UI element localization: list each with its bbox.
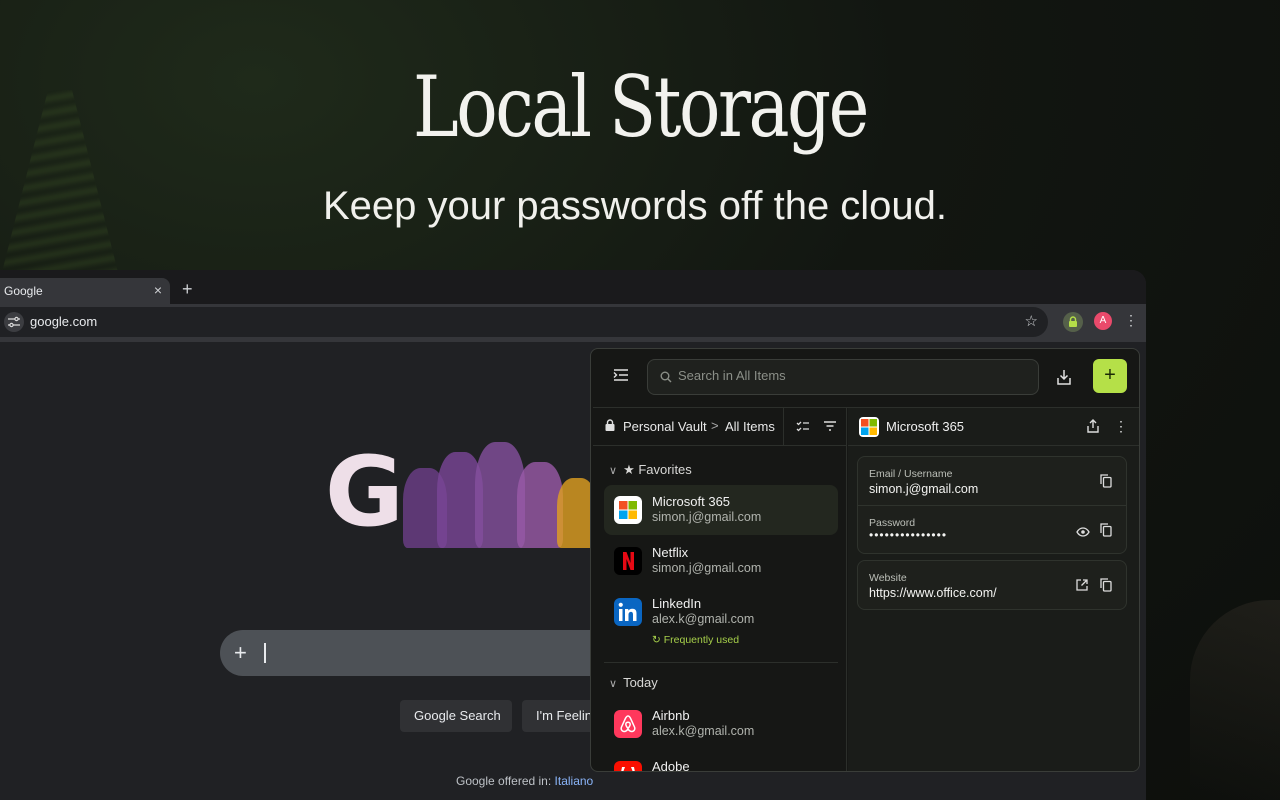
- new-tab-button[interactable]: +: [182, 279, 193, 300]
- popup-body: Personal Vault > All Items ∨ ★ Favorites …: [593, 407, 1139, 772]
- divider: [783, 408, 784, 446]
- search-icon: [660, 371, 672, 383]
- copy-icon[interactable]: [1100, 474, 1112, 493]
- sidebar-toggle-icon[interactable]: [613, 368, 629, 387]
- password-manager-popup: + Personal Vault > All Items ∨★ Favori: [590, 348, 1140, 772]
- close-icon[interactable]: ×: [154, 282, 162, 298]
- username-field[interactable]: Email / Username simon.j@gmail.com: [858, 457, 1126, 505]
- tab-strip: Google × +: [0, 270, 1146, 304]
- netflix-icon: [614, 547, 642, 575]
- add-icon[interactable]: +: [234, 640, 247, 666]
- detail-title: Microsoft 365: [886, 419, 965, 434]
- item-list-pane: Personal Vault > All Items ∨ ★ Favorites …: [593, 408, 847, 772]
- website-field[interactable]: Website https://www.office.com/: [858, 561, 1126, 609]
- text-caret: [264, 643, 266, 663]
- item-name: Airbnb: [652, 708, 690, 723]
- copy-icon[interactable]: [1100, 523, 1112, 542]
- password-field[interactable]: Password •••••••••••••••: [858, 505, 1126, 553]
- google-doodle[interactable]: G: [325, 438, 605, 548]
- offered-in-label: Google offered in:: [456, 774, 552, 788]
- language-offer: Google offered in: Italiano: [456, 774, 593, 788]
- breadcrumb-separator: >: [711, 418, 719, 433]
- address-bar[interactable]: google.com ☆: [0, 307, 1048, 337]
- list-item-adobe[interactable]: Adobe: [604, 750, 838, 772]
- hero-title: Local Storage: [413, 58, 869, 156]
- today-section-header[interactable]: ∨ Today: [609, 675, 658, 690]
- list-item-microsoft-365[interactable]: Microsoft 365 simon.j@gmail.com: [604, 485, 838, 535]
- site-settings-icon[interactable]: [4, 312, 24, 332]
- background-hand-decoration: [1190, 600, 1280, 800]
- tab-google[interactable]: Google ×: [0, 278, 170, 304]
- item-username: alex.k@gmail.com: [652, 612, 755, 626]
- refresh-icon: ↻: [652, 634, 661, 646]
- add-item-button[interactable]: +: [1093, 359, 1127, 393]
- chevron-down-icon: ∨: [609, 678, 618, 690]
- favorites-label: ★ Favorites: [623, 462, 692, 477]
- adobe-icon: [614, 761, 642, 771]
- google-search-box[interactable]: +: [220, 630, 600, 676]
- list-item-airbnb[interactable]: Airbnb alex.k@gmail.com: [604, 699, 838, 749]
- item-name: Netflix: [652, 545, 689, 560]
- password-manager-extension-icon[interactable]: [1063, 312, 1083, 332]
- detail-header: Microsoft 365 ⋮: [848, 408, 1139, 446]
- item-name: Microsoft 365: [652, 494, 731, 509]
- field-value: https://www.office.com/: [869, 586, 997, 600]
- airbnb-icon: [614, 710, 642, 738]
- chevron-down-icon: ∨: [609, 465, 618, 477]
- today-label: Today: [623, 675, 658, 690]
- lock-icon: [605, 419, 615, 434]
- popup-header: +: [591, 349, 1139, 405]
- search-input[interactable]: [678, 368, 1018, 383]
- filter-icon[interactable]: [823, 420, 837, 435]
- import-icon[interactable]: [1057, 369, 1071, 390]
- item-name: LinkedIn: [652, 596, 702, 611]
- field-label: Website: [869, 572, 907, 584]
- item-username: simon.j@gmail.com: [652, 510, 762, 524]
- item-detail-pane: Microsoft 365 ⋮ Email / Username simon.j…: [848, 408, 1139, 771]
- favorites-section-header[interactable]: ∨ ★ Favorites: [609, 462, 692, 478]
- more-options-icon[interactable]: ⋮: [1114, 418, 1128, 435]
- language-link[interactable]: Italiano: [555, 774, 594, 788]
- url-text: google.com: [30, 314, 98, 329]
- breadcrumb: Personal Vault > All Items: [593, 408, 846, 446]
- bookmark-star-icon[interactable]: ☆: [1025, 312, 1038, 330]
- multi-select-icon[interactable]: [796, 420, 810, 435]
- tab-title: Google: [4, 284, 43, 298]
- copy-icon[interactable]: [1100, 578, 1112, 597]
- field-value: simon.j@gmail.com: [869, 482, 979, 496]
- item-username: alex.k@gmail.com: [652, 724, 755, 738]
- share-icon[interactable]: [1087, 419, 1099, 438]
- microsoft-icon: [614, 496, 642, 524]
- website-card: Website https://www.office.com/: [857, 560, 1127, 610]
- reveal-eye-icon[interactable]: [1076, 524, 1090, 542]
- linkedin-icon: [614, 598, 642, 626]
- field-label: Email / Username: [869, 468, 953, 480]
- section-divider: [604, 662, 838, 663]
- search-field[interactable]: [647, 359, 1039, 395]
- item-name: Adobe: [652, 759, 690, 772]
- google-search-button[interactable]: Google Search: [400, 700, 512, 732]
- list-item-linkedin[interactable]: LinkedIn alex.k@gmail.com ↻ Frequently u…: [604, 587, 838, 657]
- vault-selector[interactable]: Personal Vault: [623, 419, 707, 434]
- credentials-card: Email / Username simon.j@gmail.com Passw…: [857, 456, 1127, 554]
- masked-password: •••••••••••••••: [869, 528, 948, 542]
- microsoft-icon: [859, 417, 879, 437]
- browser-menu-icon[interactable]: ⋮: [1124, 312, 1138, 329]
- item-username: simon.j@gmail.com: [652, 561, 762, 575]
- hero-subtitle: Keep your passwords off the cloud.: [322, 184, 948, 228]
- scope-selector[interactable]: All Items: [725, 419, 775, 434]
- browser-toolbar: google.com ☆ A ⋮: [0, 304, 1146, 342]
- doodle-g-letter: G: [325, 436, 404, 548]
- profile-avatar[interactable]: A: [1094, 312, 1112, 330]
- frequently-used-badge: ↻ Frequently used: [652, 634, 740, 646]
- list-item-netflix[interactable]: Netflix simon.j@gmail.com: [604, 536, 838, 586]
- open-external-icon[interactable]: [1076, 578, 1088, 596]
